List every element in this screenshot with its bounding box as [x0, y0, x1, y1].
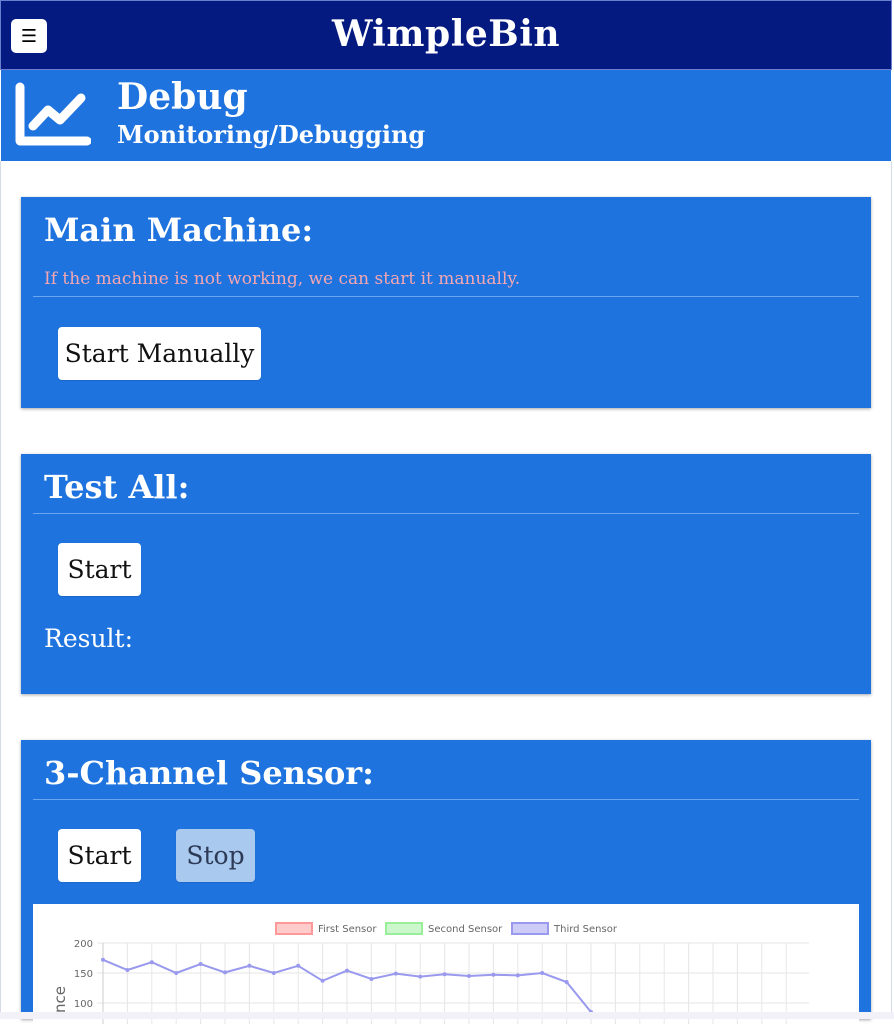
data-point — [271, 971, 276, 975]
data-point — [174, 971, 179, 975]
sensor-start-button[interactable]: Start — [58, 829, 141, 882]
data-point — [540, 971, 545, 975]
test-all-card: Test All: Start Result: — [21, 454, 871, 694]
data-point — [491, 972, 496, 977]
data-point — [198, 962, 203, 966]
sensor-card: 3-Channel Sensor: Start Stop First Senso… — [21, 740, 871, 1024]
data-point — [223, 970, 227, 975]
result-label: Result: — [44, 624, 134, 653]
y-tick-label: 150 — [74, 969, 93, 980]
bottom-strip — [0, 1012, 894, 1019]
legend-label: Third Sensor — [553, 924, 618, 935]
legend-swatch — [385, 922, 423, 935]
data-point — [345, 968, 349, 973]
main-machine-title: Main Machine: — [44, 211, 314, 249]
app-title: WimpleBin — [331, 13, 561, 55]
y-tick-label: 100 — [74, 999, 93, 1010]
page-header: Debug Monitoring/Debugging — [1, 70, 891, 161]
data-point — [393, 971, 398, 976]
data-point — [515, 973, 520, 978]
sensor-chart: First Sensor Second Sensor Third Sensor 200… — [33, 904, 859, 1024]
legend-swatch — [275, 922, 313, 935]
data-point — [369, 977, 374, 981]
data-point — [125, 968, 130, 972]
sensor-stop-button[interactable]: Stop — [176, 829, 255, 882]
data-point — [564, 980, 569, 984]
sensor-title: 3-Channel Sensor: — [44, 754, 374, 792]
legend-swatch — [511, 922, 549, 935]
divider — [33, 513, 859, 514]
start-manually-button[interactable]: Start Manually — [58, 327, 261, 380]
data-point — [101, 957, 105, 962]
legend-label: Second Sensor — [428, 924, 503, 935]
sensor-line-chart: First Sensor Second Sensor Third Sensor 200… — [51, 922, 809, 1024]
data-point — [467, 974, 471, 978]
data-point — [320, 978, 325, 983]
line-chart-icon — [15, 82, 91, 146]
test-all-title: Test All: — [44, 468, 190, 506]
y-axis-label: nce — [51, 986, 69, 1013]
divider — [33, 296, 859, 297]
legend-label: First Sensor — [318, 924, 377, 935]
page-subtitle: Monitoring/Debugging — [117, 120, 426, 149]
data-point — [418, 974, 423, 979]
data-point — [442, 972, 447, 977]
y-tick-label: 200 — [74, 939, 93, 950]
data-point — [149, 960, 154, 965]
top-navbar: ☰ WimpleBin — [0, 0, 892, 70]
divider — [33, 799, 859, 800]
page-title: Debug — [117, 76, 248, 118]
main-machine-card: Main Machine: If the machine is not work… — [21, 197, 871, 408]
test-all-start-button[interactable]: Start — [58, 543, 141, 596]
data-point — [296, 963, 301, 968]
main-machine-note: If the machine is not working, we can st… — [44, 269, 521, 289]
data-point — [247, 963, 252, 968]
